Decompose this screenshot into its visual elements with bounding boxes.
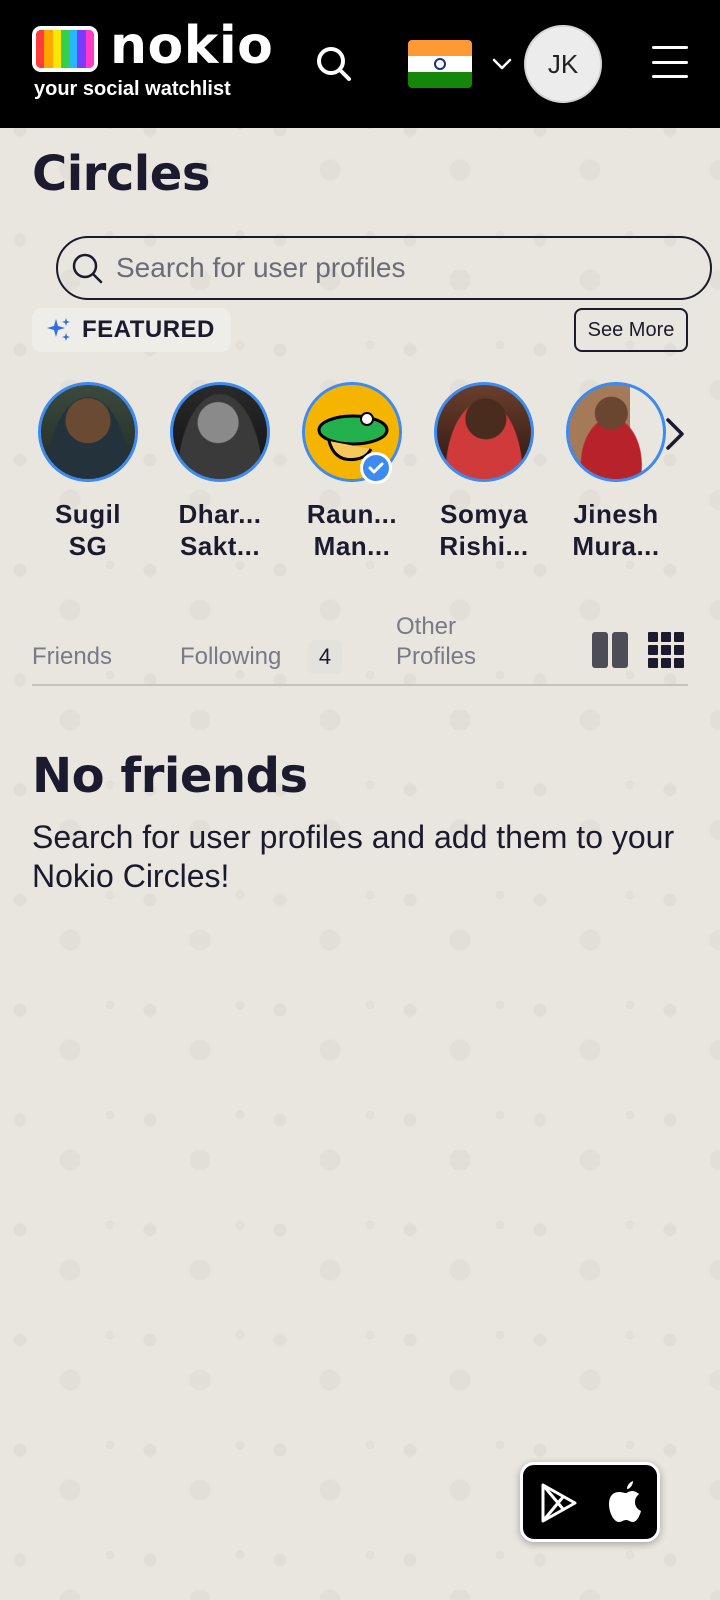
google-play-icon bbox=[541, 1483, 577, 1523]
featured-badge: FEATURED bbox=[32, 308, 231, 352]
featured-label: FEATURED bbox=[82, 316, 215, 343]
profile-name: Somya Rishi... bbox=[439, 499, 529, 561]
featured-profile-card[interactable]: Somya Rishi... bbox=[418, 382, 550, 562]
see-more-button[interactable]: See More bbox=[574, 308, 688, 352]
profile-avatar bbox=[38, 382, 138, 482]
profile-avatar bbox=[170, 382, 270, 482]
sparkle-icon bbox=[47, 318, 70, 341]
profile-avatar bbox=[566, 382, 666, 482]
featured-profile-card[interactable]: Dhar... Sakt... bbox=[154, 382, 286, 562]
featured-profile-card[interactable]: Raun... Man... bbox=[286, 382, 418, 562]
app-store-download-button[interactable] bbox=[520, 1462, 660, 1542]
brand-name: nokio bbox=[110, 16, 274, 76]
profile-name: Sugil SG bbox=[54, 499, 122, 561]
featured-profile-card[interactable]: Sugil SG bbox=[22, 382, 154, 562]
verified-badge-icon bbox=[360, 452, 392, 484]
featured-profile-card[interactable]: Jinesh Mura... bbox=[550, 382, 682, 562]
profile-name: Dhar... Sakt... bbox=[178, 499, 262, 561]
profile-name: Raun... Man... bbox=[306, 499, 398, 561]
india-flag-icon[interactable] bbox=[408, 40, 472, 88]
tab-friends[interactable]: Friends bbox=[32, 642, 112, 672]
small-grid-view-icon[interactable] bbox=[648, 632, 684, 668]
tab-other-profiles[interactable]: Other Profiles bbox=[396, 612, 476, 672]
search-input[interactable] bbox=[116, 246, 696, 290]
page-title: Circles bbox=[32, 146, 210, 202]
brand-tagline: your social watchlist bbox=[34, 78, 231, 100]
chevron-right-icon[interactable] bbox=[660, 414, 690, 454]
empty-state-description: Search for user profiles and add them to… bbox=[32, 819, 675, 894]
search-icon[interactable] bbox=[314, 44, 354, 84]
apple-icon bbox=[609, 1481, 641, 1522]
menu-icon[interactable] bbox=[652, 46, 688, 78]
profile-name: Jinesh Mura... bbox=[572, 499, 660, 561]
chevron-down-icon[interactable] bbox=[490, 52, 514, 76]
empty-state-title: No friends bbox=[32, 748, 308, 804]
search-field[interactable] bbox=[56, 236, 712, 300]
large-grid-view-icon[interactable] bbox=[592, 632, 628, 668]
tabs-divider bbox=[32, 684, 688, 686]
search-icon bbox=[72, 253, 103, 284]
tv-logo-icon bbox=[32, 26, 98, 72]
featured-profiles-carousel: Sugil SG Dhar... Sakt... Raun... Man... … bbox=[0, 382, 720, 582]
tab-following[interactable]: Following bbox=[180, 642, 281, 672]
nokio-logo[interactable]: nokio your social watchlist bbox=[32, 16, 273, 102]
profile-avatar bbox=[434, 382, 534, 482]
app-header: nokio your social watchlist JK bbox=[0, 0, 720, 128]
circles-tabs: Friends Following 4 Other Profiles bbox=[32, 606, 688, 686]
following-count-badge: 4 bbox=[308, 640, 342, 674]
user-avatar[interactable]: JK bbox=[524, 25, 602, 103]
